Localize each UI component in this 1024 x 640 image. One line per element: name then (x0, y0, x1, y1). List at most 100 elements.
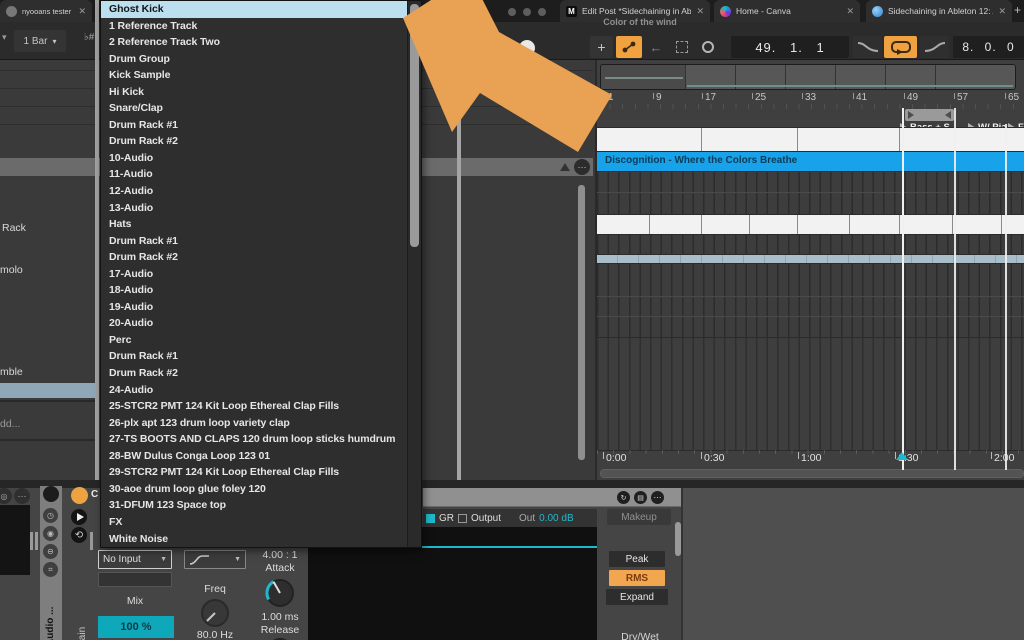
dropdown-item[interactable]: White Noise (101, 531, 407, 548)
dropdown-item[interactable]: 13-Audio (101, 200, 407, 217)
traffic-light-icon[interactable] (508, 8, 516, 16)
gr-checkbox-icon[interactable] (426, 514, 435, 523)
clip-lane-grid-2[interactable] (597, 235, 1024, 254)
playhead-triangle-icon[interactable] (896, 452, 908, 460)
pane-split-handle[interactable] (457, 0, 461, 480)
automation-mode-button[interactable] (616, 36, 642, 58)
clip-lane-grid-1[interactable] (597, 172, 1024, 214)
dropdown-item[interactable]: 27-TS BOOTS AND CLAPS 120 drum loop stic… (101, 431, 407, 448)
makeup-button[interactable]: Makeup (607, 509, 671, 525)
peak-button[interactable]: Peak (609, 551, 665, 567)
dropdown-item[interactable]: 17-Audio (101, 266, 407, 283)
track-name-vertical[interactable]: Audio ... (45, 582, 56, 640)
arrangement-position-display[interactable]: 49. 1. 1 (731, 36, 849, 58)
ratio-value[interactable]: 4.00 : 1 (252, 549, 308, 561)
more-options-icon[interactable]: ⋯ (14, 488, 30, 504)
rms-button[interactable]: RMS (609, 570, 665, 586)
filter-type-select[interactable]: ▼ (184, 550, 246, 569)
chain-label-vertical[interactable]: Chain (77, 598, 88, 640)
clip-lane-grid-3[interactable] (597, 264, 1024, 338)
stop-icon[interactable] (487, 40, 503, 56)
dropdown-item[interactable]: 2 Reference Track Two (101, 34, 407, 51)
collapse-arrow-icon[interactable] (560, 163, 570, 171)
dropdown-item[interactable]: 18-Audio (101, 282, 407, 299)
new-tab-button[interactable]: + (1014, 3, 1021, 17)
key-signature[interactable]: ♭# (84, 32, 94, 43)
dropdown-item[interactable]: 12-Audio (101, 183, 407, 200)
dropdown-item[interactable]: Drum Rack #1 (101, 348, 407, 365)
session-record-button[interactable] (696, 36, 719, 58)
dropdown-item[interactable]: 31-DFUM 123 Space top (101, 497, 407, 514)
dropdown-item[interactable]: Drum Group (101, 51, 407, 68)
out-value[interactable]: 0.00 dB (539, 513, 573, 524)
dropdown-item[interactable]: 24-Audio (101, 382, 407, 399)
close-icon[interactable]: ✕ (846, 6, 854, 17)
dropdown-item[interactable]: 20-Audio (101, 315, 407, 332)
punch-in-button[interactable] (853, 36, 882, 58)
clip-discognition[interactable]: Discognition - Where the Colors Breathe (597, 152, 1024, 172)
capture-midi-button[interactable] (670, 36, 693, 58)
dropdown-item[interactable]: 19-Audio (101, 299, 407, 316)
traffic-light-icon[interactable] (538, 8, 546, 16)
freq-value[interactable]: 80.0 Hz (184, 629, 246, 640)
sidechain-input-select[interactable]: No Input▼ (98, 550, 172, 569)
loop-button[interactable] (884, 36, 917, 58)
dropdown-item[interactable]: Kick Sample (101, 67, 407, 84)
dropdown-item[interactable]: Drum Rack #1 (101, 117, 407, 134)
dropdown-scroll-thumb[interactable] (410, 4, 419, 247)
sidechain-sub-select[interactable] (98, 572, 172, 587)
browser-item[interactable]: mble (0, 366, 23, 378)
add-track-button[interactable]: + (590, 36, 613, 58)
hot-swap-icon[interactable]: ◷ (43, 508, 58, 523)
target-icon[interactable]: ◎ (0, 488, 12, 504)
track-header-column[interactable]: ◷ ◉ ⊖ ⌗ Audio ... (40, 486, 62, 640)
close-icon[interactable]: ✕ (696, 6, 704, 17)
re-enable-automation-button[interactable]: ← (645, 36, 667, 58)
dropdown-item[interactable]: Hats (101, 216, 407, 233)
dropdown-item[interactable]: 10-Audio (101, 150, 407, 167)
dropdown-item[interactable]: Drum Rack #2 (101, 365, 407, 382)
grid-icon[interactable]: ⌗ (43, 562, 58, 577)
dropdown-item[interactable]: Drum Rack #2 (101, 133, 407, 150)
device-activator-icon[interactable] (71, 487, 88, 504)
dropdown-item[interactable]: FX (101, 514, 407, 531)
dropdown-item[interactable]: 29-STCR2 PMT 124 Kit Loop Ethereal Clap … (101, 464, 407, 481)
record-icon[interactable] (519, 40, 535, 56)
hot-swap-icon[interactable]: ↻ (617, 491, 630, 504)
attack-value[interactable]: 1.00 ms (252, 611, 308, 623)
save-icon[interactable]: ▤ (634, 491, 647, 504)
camera-icon[interactable]: ◉ (43, 526, 58, 541)
dropdown-item[interactable]: 30-aoe drum loop glue foley 120 (101, 481, 407, 498)
more-options-icon[interactable]: ⋯ (651, 491, 664, 504)
pane-split-handle[interactable] (95, 0, 99, 480)
horizontal-scrollbar[interactable] (600, 469, 1024, 478)
close-icon[interactable]: ✕ (78, 6, 86, 17)
preview-play-button[interactable] (71, 509, 87, 525)
dropdown-item[interactable]: Drum Rack #2 (101, 249, 407, 266)
freq-knob[interactable] (199, 597, 231, 629)
punch-out-button[interactable] (920, 36, 949, 58)
add-device-slot[interactable]: Add... (0, 418, 20, 430)
expand-button[interactable]: Expand (606, 589, 668, 605)
dropdown-item[interactable]: Hi Kick (101, 84, 407, 101)
clip-lane-columns[interactable] (597, 338, 1024, 450)
browser-item[interactable]: molo (0, 264, 23, 276)
dropdown-item[interactable]: Drum Rack #1 (101, 233, 407, 250)
attack-knob[interactable] (263, 576, 297, 610)
time-ruler[interactable]: 0:000:301:001:302:00 (597, 450, 1024, 468)
browser-scrollbar[interactable] (578, 185, 585, 460)
dropdown-item[interactable]: Perc (101, 332, 407, 349)
dropdown-item[interactable]: 26-plx apt 123 drum loop variety clap (101, 415, 407, 432)
playhead-line[interactable] (902, 108, 904, 470)
output-checkbox-icon[interactable] (458, 514, 467, 523)
loop-marker-line[interactable] (954, 108, 956, 470)
tab-sidechaining[interactable]: Sidechaining in Ableton 12: A ✕ (866, 0, 1012, 22)
mix-value-slider[interactable]: 100 % (98, 616, 174, 638)
device-title-bar[interactable]: ↻ ▤ ⋯ (423, 488, 681, 507)
browser-item[interactable]: Rack (2, 222, 26, 234)
clip-lane-bluegray[interactable] (597, 255, 1024, 264)
close-icon[interactable]: ✕ (998, 6, 1006, 17)
dropdown-item[interactable]: Ghost Kick (101, 1, 407, 18)
release-knob[interactable] (265, 636, 295, 640)
dropdown-item[interactable]: Snare/Clap (101, 100, 407, 117)
